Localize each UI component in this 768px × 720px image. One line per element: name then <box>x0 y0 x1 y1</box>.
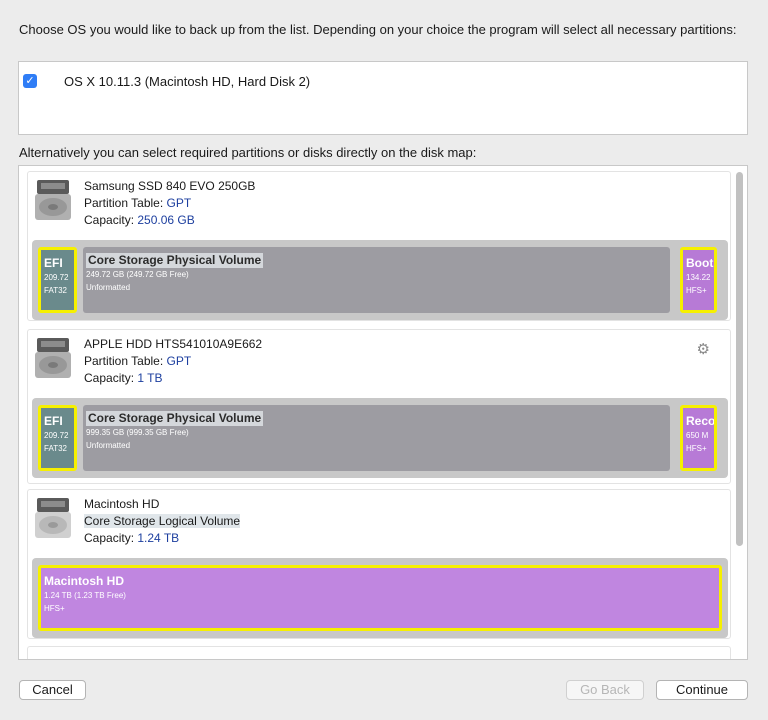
continue-button[interactable]: Continue <box>656 680 748 700</box>
disk-samsung-ssd[interactable]: Samsung SSD 840 EVO 250GB Partition Tabl… <box>27 171 731 321</box>
os-list-item[interactable]: ✓ OS X 10.11.3 (Macintosh HD, Hard Disk … <box>23 72 310 90</box>
capacity-label: Capacity: <box>84 213 138 227</box>
gear-icon[interactable]: ⚙ <box>697 340 710 358</box>
os-checkbox[interactable]: ✓ <box>23 74 37 88</box>
partition-fs: HFS+ <box>686 286 707 295</box>
partition-map: Macintosh HD 1.24 TB (1.23 TB Free) HFS+ <box>32 558 728 638</box>
hard-disk-icon <box>34 496 72 540</box>
hard-disk-icon <box>34 178 72 222</box>
os-label[interactable]: OS X 10.11.3 (Macintosh HD, Hard Disk 2) <box>64 74 310 89</box>
hard-disk-icon <box>34 336 72 380</box>
capacity-label: Capacity: <box>84 371 138 385</box>
disk-next-partial[interactable] <box>27 646 731 659</box>
partition-name: EFI <box>44 414 63 428</box>
partition-fs: Unformatted <box>86 441 131 450</box>
partition-name: Reco <box>686 414 716 428</box>
disk-name: Macintosh HD <box>84 497 160 511</box>
partition-recovery[interactable]: Reco 650 M HFS+ <box>680 405 717 471</box>
partition-table-value: GPT <box>166 196 192 210</box>
partition-table-label: Partition Table: <box>84 196 167 210</box>
volume-type: Core Storage Logical Volume <box>84 514 241 528</box>
disk-map[interactable]: Samsung SSD 840 EVO 250GB Partition Tabl… <box>18 165 748 660</box>
alternative-text: Alternatively you can select required pa… <box>19 145 477 160</box>
capacity-value: 1.24 TB <box>137 531 180 545</box>
partition-fs: Unformatted <box>86 283 131 292</box>
partition-efi[interactable]: EFI 209.72 FAT32 <box>38 247 77 313</box>
partition-name: Core Storage Physical Volume <box>86 411 264 426</box>
partition-efi[interactable]: EFI 209.72 FAT32 <box>38 405 77 471</box>
partition-table-label: Partition Table: <box>84 354 167 368</box>
os-list[interactable]: ✓ OS X 10.11.3 (Macintosh HD, Hard Disk … <box>18 61 748 135</box>
partition-name: EFI <box>44 256 63 270</box>
partition-macintosh-hd[interactable]: Macintosh HD 1.24 TB (1.23 TB Free) HFS+ <box>38 565 722 631</box>
partition-fs: FAT32 <box>44 286 67 295</box>
partition-name: Core Storage Physical Volume <box>86 253 264 268</box>
partition-name: Macintosh HD <box>44 574 125 588</box>
capacity-value: 250.06 GB <box>137 213 195 227</box>
instruction-text: Choose OS you would like to back up from… <box>19 22 737 37</box>
disk-name: APPLE HDD HTS541010A9E662 <box>84 337 263 351</box>
capacity-value: 1 TB <box>137 371 163 385</box>
partition-size: 1.24 TB (1.23 TB Free) <box>44 591 126 600</box>
partition-size: 650 M <box>686 431 709 440</box>
partition-size: 999.35 GB (999.35 GB Free) <box>86 428 189 437</box>
partition-size: 134.22 <box>686 273 711 282</box>
partition-fs: HFS+ <box>686 444 707 453</box>
partition-table-value: GPT <box>166 354 192 368</box>
disk-macintosh-hd[interactable]: Macintosh HD Core Storage Logical Volume… <box>27 489 731 639</box>
capacity-label: Capacity: <box>84 531 138 545</box>
partition-size: 249.72 GB (249.72 GB Free) <box>86 270 189 279</box>
disk-apple-hdd[interactable]: APPLE HDD HTS541010A9E662 Partition Tabl… <box>27 329 731 484</box>
partition-map: EFI 209.72 FAT32 Core Storage Physical V… <box>32 240 728 320</box>
partition-name: Boot <box>686 256 714 270</box>
partition-core-storage[interactable]: Core Storage Physical Volume 999.35 GB (… <box>83 405 670 471</box>
disk-name: Samsung SSD 840 EVO 250GB <box>84 179 256 193</box>
partition-boot[interactable]: Boot 134.22 HFS+ <box>680 247 717 313</box>
partition-map: EFI 209.72 FAT32 Core Storage Physical V… <box>32 398 728 478</box>
partition-fs: FAT32 <box>44 444 67 453</box>
go-back-button[interactable]: Go Back <box>566 680 644 700</box>
partition-size: 209.72 <box>44 273 69 282</box>
scrollbar[interactable] <box>736 172 743 546</box>
partition-core-storage[interactable]: Core Storage Physical Volume 249.72 GB (… <box>83 247 670 313</box>
partition-size: 209.72 <box>44 431 69 440</box>
cancel-button[interactable]: Cancel <box>19 680 86 700</box>
partition-fs: HFS+ <box>44 604 65 613</box>
